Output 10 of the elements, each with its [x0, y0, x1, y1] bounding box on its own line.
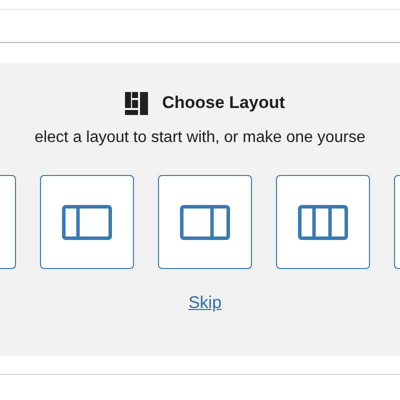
- title: Choose Layout: [162, 93, 285, 113]
- instructions: elect a layout to start with, or make one yourse: [34, 129, 366, 147]
- skip-link[interactable]: Skip: [188, 293, 222, 313]
- columns-icon: [180, 204, 230, 240]
- layout-option[interactable]: [40, 175, 134, 269]
- columns-icon: [62, 204, 112, 240]
- layout-icon: [125, 92, 148, 114]
- layout-option[interactable]: [276, 175, 370, 269]
- layout-option[interactable]: [158, 175, 252, 269]
- columns-icon: [298, 204, 348, 240]
